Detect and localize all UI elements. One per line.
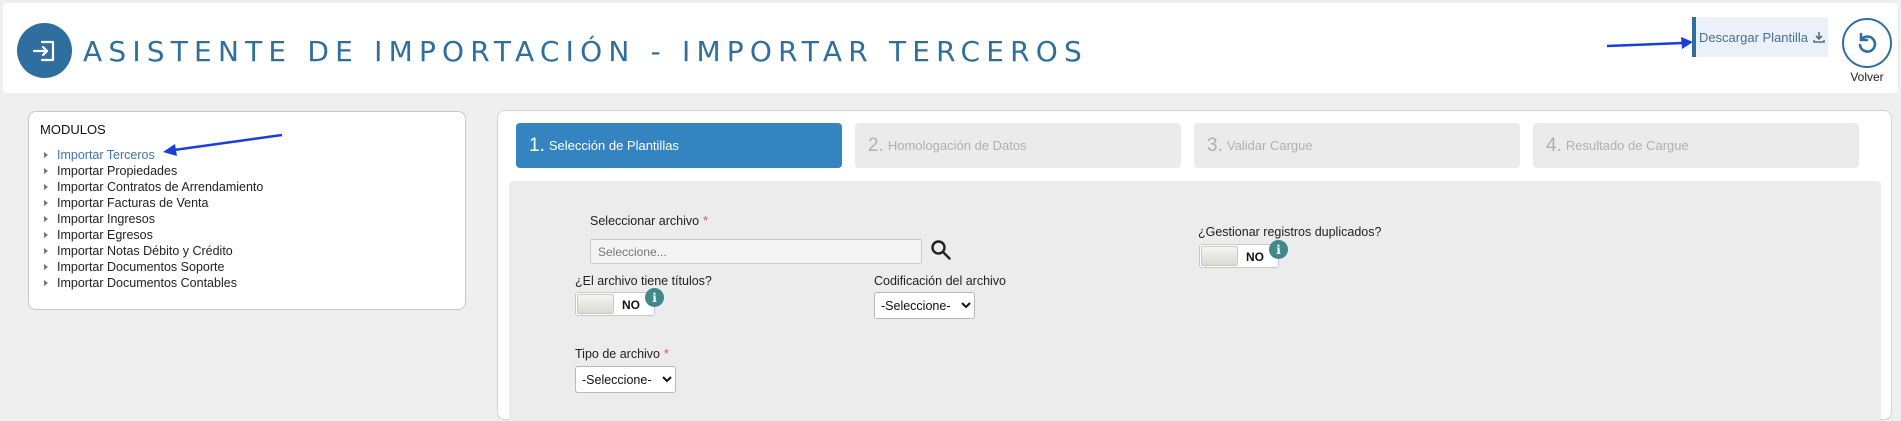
step-label: Selección de Plantillas [548,138,679,153]
bullet-triangle-icon [44,264,48,270]
module-item-label: Importar Documentos Soporte [57,260,225,274]
bullet-triangle-icon [44,184,48,190]
import-icon [17,23,72,78]
module-item-label: Importar Ingresos [57,212,155,226]
download-icon [1813,32,1825,43]
search-icon [931,240,951,260]
step-4-tab[interactable]: 4. Resultado de Cargue [1533,123,1859,168]
download-template-label: Descargar Plantilla [1698,29,1809,45]
has-titles-label: ¿El archivo tiene títulos? [575,274,712,288]
file-type-label-text: Tipo de archivo [575,347,660,361]
module-item-label: Importar Contratos de Arrendamiento [57,180,264,194]
module-item-documentos-soporte[interactable]: Importar Documentos Soporte [44,259,263,275]
back-button[interactable] [1842,18,1892,68]
module-item-label: Importar Terceros [57,148,155,162]
required-mark: * [664,347,669,361]
step-number: 1. [529,134,545,156]
duplicates-label: ¿Gestionar registros duplicados? [1198,225,1382,239]
step-3-tab[interactable]: 3. Validar Cargue [1194,123,1520,168]
module-item-notas[interactable]: Importar Notas Débito y Crédito [44,243,263,259]
has-titles-toggle[interactable]: NO [575,292,655,316]
page-title: ASISTENTE DE IMPORTACIÓN - IMPORTAR TERC… [83,35,1088,68]
step-1-tab[interactable]: 1. Selección de Plantillas [516,123,842,168]
bullet-triangle-icon [44,216,48,222]
file-type-select[interactable]: -Seleccione- [575,366,676,393]
module-item-label: Importar Egresos [57,228,153,242]
module-item-documentos-contables[interactable]: Importar Documentos Contables [44,275,263,291]
import-wizard: 1. Selección de Plantillas 2. Homologaci… [497,110,1892,421]
step-2-tab[interactable]: 2. Homologación de Datos [855,123,1181,168]
file-type-field-label: Tipo de archivo * [575,347,669,361]
form-area: Seleccionar archivo* ¿Gestionar registro… [509,181,1881,421]
duplicates-toggle[interactable]: NO [1199,244,1279,268]
undo-icon [1858,32,1877,53]
encoding-label: Codificación del archivo [874,274,1007,288]
modules-panel: MODULOS Importar Terceros Importar Propi… [28,111,466,310]
bullet-triangle-icon [44,280,48,286]
duplicates-info-icon[interactable]: i [1269,240,1288,259]
module-item-label: Importar Facturas de Venta [57,196,209,210]
required-mark: * [703,214,708,228]
step-number: 2. [868,134,884,156]
module-item-facturas[interactable]: Importar Facturas de Venta [44,195,263,211]
step-number: 4. [1546,134,1562,156]
file-input[interactable] [590,239,922,264]
toggle-knob [1201,246,1238,266]
bullet-triangle-icon [44,152,48,158]
module-item-label: Importar Notas Débito y Crédito [57,244,233,258]
file-field-label: Seleccionar archivo * [590,214,708,228]
page-header: ASISTENTE DE IMPORTACIÓN - IMPORTAR TERC… [3,3,1898,93]
step-number: 3. [1207,134,1223,156]
step-label: Resultado de Cargue [1565,138,1689,153]
modules-title: MODULOS [40,122,106,137]
bullet-triangle-icon [44,200,48,206]
has-titles-info-icon[interactable]: i [645,288,664,307]
annotation-arrow-module [163,133,283,156]
search-file-button[interactable] [930,239,952,266]
module-item-egresos[interactable]: Importar Egresos [44,227,263,243]
download-template-button[interactable]: Descargar Plantilla [1692,17,1828,57]
module-item-label: Importar Documentos Contables [57,276,237,290]
module-item-propiedades[interactable]: Importar Propiedades [44,163,263,179]
toggle-state: NO [1246,250,1264,264]
toggle-knob [577,294,614,314]
toggle-state: NO [622,298,640,312]
step-label: Validar Cargue [1226,138,1313,153]
module-item-contratos[interactable]: Importar Contratos de Arrendamiento [44,179,263,195]
module-item-label: Importar Propiedades [57,164,178,178]
bullet-triangle-icon [44,248,48,254]
encoding-select[interactable]: -Seleccione- [874,292,975,319]
module-item-ingresos[interactable]: Importar Ingresos [44,211,263,227]
step-label: Homologación de Datos [887,138,1027,153]
bullet-triangle-icon [44,232,48,238]
back-label: Volver [1850,70,1884,84]
annotation-arrow-download [1606,37,1693,49]
bullet-triangle-icon [44,168,48,174]
file-label-text: Seleccionar archivo [590,214,700,228]
module-list: Importar Terceros Importar Propiedades I… [44,147,263,291]
